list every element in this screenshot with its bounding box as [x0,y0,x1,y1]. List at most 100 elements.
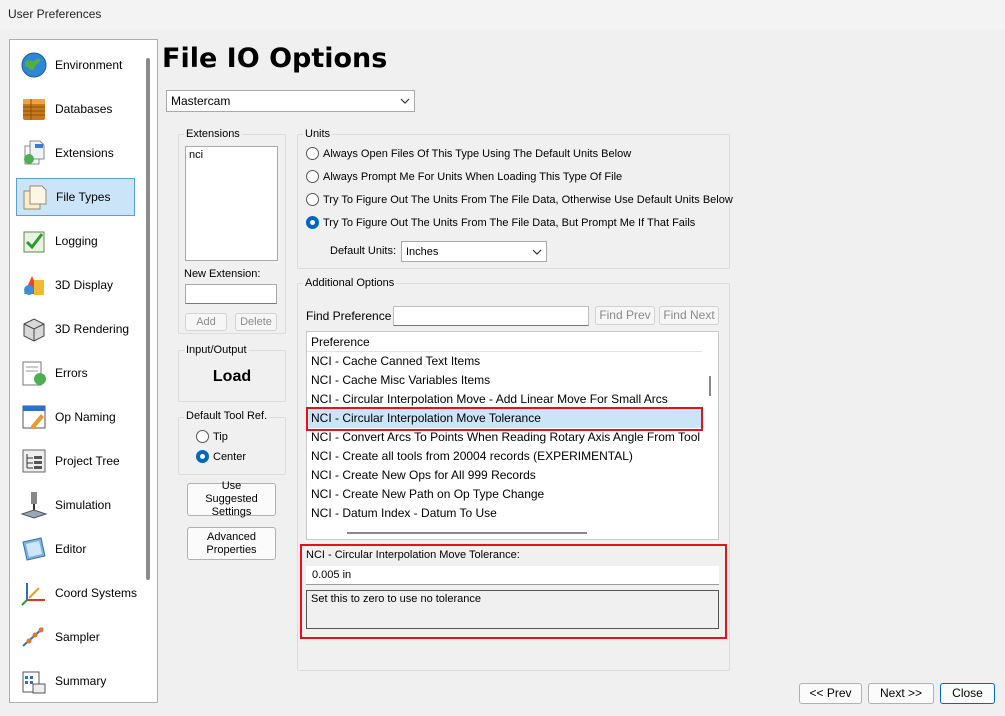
sidebar-item-logging[interactable]: Logging [16,222,135,260]
sidebar-item-label: Summary [55,674,107,688]
default-units-select[interactable]: Inches [401,241,547,262]
simulation-icon [20,492,48,519]
extensions-list[interactable]: nci [185,146,278,261]
next-button[interactable]: Next >> [868,683,934,704]
advanced-properties-button[interactable]: Advanced Properties [187,527,276,560]
sidebar-item-label: Project Tree [55,454,120,468]
radio-button[interactable] [306,170,319,183]
input-output-label: Input/Output [184,344,249,356]
selected-row-highlight [306,407,703,431]
sidebar-item-project-tree[interactable]: Project Tree [16,442,135,480]
title-bar [0,0,1005,30]
radio-button[interactable] [196,450,209,463]
list-horizontal-scrollbar[interactable] [347,532,587,534]
list-item[interactable]: NCI - Create New Ops for All 999 Records [307,466,702,485]
sidebar-item-editor[interactable]: Editor [16,530,135,568]
radio-button[interactable] [306,193,319,206]
new-extension-input[interactable] [185,284,277,304]
radio-label: Always Open Files Of This Type Using The… [323,147,632,160]
preference-description: Set this to zero to use no tolerance [306,590,719,629]
radio-button[interactable] [306,147,319,160]
units-option-figure-default[interactable]: Try To Figure Out The Units From The Fil… [306,193,733,206]
sidebar-item-label: Editor [55,542,87,556]
delete-extension-button[interactable]: Delete [235,313,277,331]
sidebar-item-label: 3D Rendering [55,322,130,336]
file-types-icon [23,185,47,210]
find-next-button[interactable]: Find Next [659,306,719,325]
input-output-value: Load [212,368,252,385]
sidebar-item-summary[interactable]: Summary [16,662,135,700]
find-preference-label: Find Preference [306,309,392,323]
sidebar-item-label: File Types [56,190,111,204]
coord-systems-icon [21,583,45,606]
list-item[interactable]: NCI - Cache Misc Variables Items [307,371,702,390]
sidebar-item-errors[interactable]: Errors [16,354,135,392]
tool-ref-center-radio[interactable]: Center [196,450,246,463]
tool-ref-tip-radio[interactable]: Tip [196,430,228,443]
sidebar-scrollbar[interactable] [146,58,150,580]
add-extension-button[interactable]: Add [185,313,227,331]
globe-icon [21,52,47,78]
chevron-down-icon [532,249,542,255]
chevron-down-icon [400,98,410,104]
sidebar-item-simulation[interactable]: Simulation [16,486,135,524]
sidebar-item-3d-display[interactable]: 3D Display [16,266,135,304]
sidebar-item-label: Sampler [55,630,100,644]
file-type-select[interactable]: Mastercam [166,90,415,112]
new-extension-label: New Extension: [184,268,261,280]
3d-display-icon [24,276,44,295]
units-option-prompt[interactable]: Always Prompt Me For Units When Loading … [306,170,622,183]
editor-icon [22,537,46,561]
radio-button[interactable] [196,430,209,443]
3d-rendering-icon [23,318,45,342]
sidebar-item-extensions[interactable]: Extensions [16,134,135,172]
summary-icon [22,671,46,694]
units-option-figure-prompt[interactable]: Try To Figure Out The Units From The Fil… [306,216,695,229]
close-button[interactable]: Close [940,683,995,704]
sidebar-item-label: Extensions [55,146,114,160]
radio-label: Center [213,450,247,463]
sidebar-item-sampler[interactable]: Sampler [16,618,135,656]
window-title: User Preferences [8,7,102,21]
list-vertical-scrollbar[interactable] [709,376,711,396]
find-preference-input[interactable] [393,306,589,326]
radio-label: Try To Figure Out The Units From The Fil… [323,193,733,206]
sidebar-item-file-types[interactable]: File Types [16,178,135,216]
op-naming-icon [22,405,46,429]
file-type-select-value: Mastercam [171,94,231,108]
list-item[interactable]: NCI - Datum Index - Datum To Use [307,504,702,523]
list-header[interactable]: Preference [307,333,702,352]
radio-label: Try To Figure Out The Units From The Fil… [323,216,696,229]
sidebar-item-op-naming[interactable]: Op Naming [16,398,135,436]
use-suggested-settings-button[interactable]: Use Suggested Settings [187,480,276,518]
default-tool-ref-label: Default Tool Ref. [184,410,270,422]
sidebar-item-label: Errors [55,366,88,380]
radio-button[interactable] [306,216,319,229]
units-option-default[interactable]: Always Open Files Of This Type Using The… [306,147,631,160]
default-tool-ref-group [178,417,286,475]
units-group-label: Units [303,128,333,140]
file-extension-icon [24,140,45,165]
button-label: Use Suggested Settings [205,480,258,518]
preference-list[interactable]: Preference NCI - Cache Canned Text Items… [306,331,719,540]
sidebar-item-label: Logging [55,234,98,248]
default-units-label: Default Units: [330,245,397,257]
prev-button[interactable]: << Prev [799,683,862,704]
list-item[interactable]: nci [189,149,274,161]
sidebar-item-label: Databases [55,102,113,116]
list-item[interactable]: NCI - Create New Path on Op Type Change [307,485,702,504]
sidebar-item-3d-rendering[interactable]: 3D Rendering [16,310,135,348]
sidebar-item-databases[interactable]: Databases [16,90,135,128]
list-item[interactable]: NCI - Create all tools from 20004 record… [307,447,702,466]
sidebar-item-label: Coord Systems [55,586,138,600]
sidebar-item-label: Simulation [55,498,112,512]
extensions-group-label: Extensions [184,128,242,140]
preference-detail-name: NCI - Circular Interpolation Move Tolera… [306,549,520,561]
logging-icon [23,231,45,253]
sidebar-item-coord-systems[interactable]: Coord Systems [16,574,138,612]
preference-value-input[interactable]: 0.005 in [306,566,719,585]
errors-icon [22,361,46,386]
sidebar-item-environment[interactable]: Environment [16,46,135,84]
list-item[interactable]: NCI - Cache Canned Text Items [307,352,702,371]
find-prev-button[interactable]: Find Prev [595,306,655,325]
